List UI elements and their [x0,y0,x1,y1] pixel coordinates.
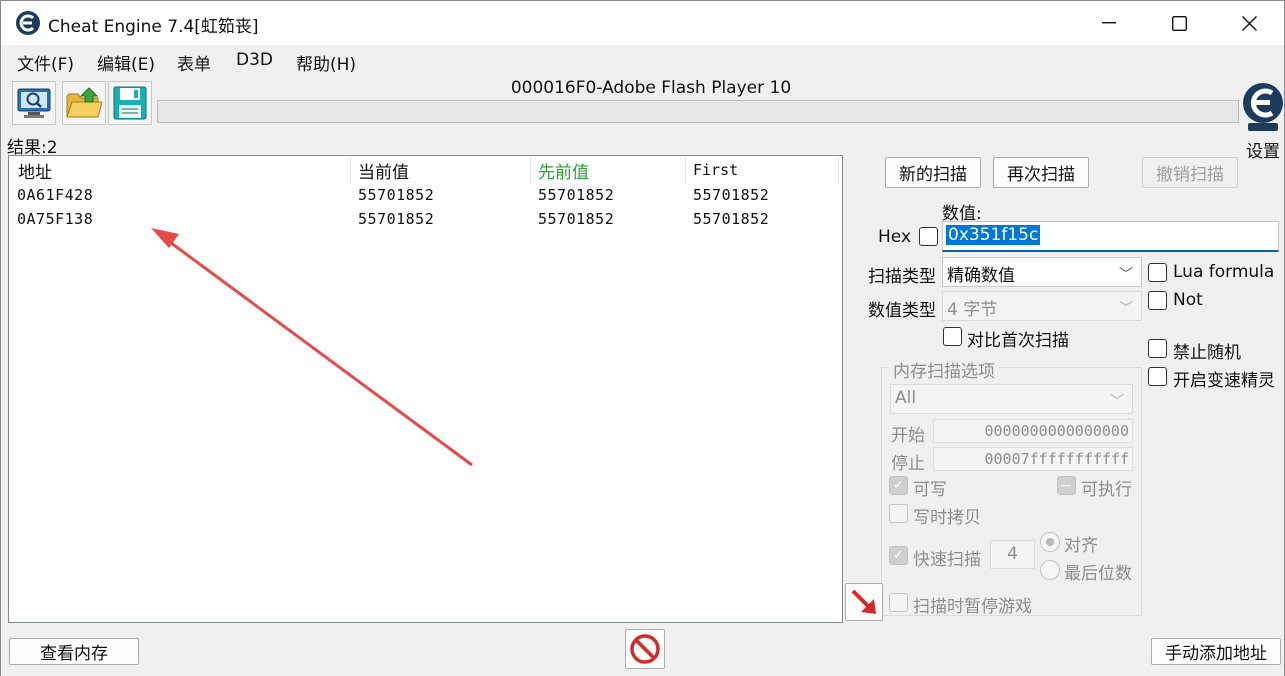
stop-address-field[interactable]: 00007fffffffffff [933,447,1133,471]
start-address-label: 开始 [891,426,925,446]
clear-list-button[interactable] [625,629,665,669]
checkmark-icon: ✓ [893,548,904,563]
no-entry-icon [630,634,660,664]
fast-scan-alignment-field[interactable]: 4 [990,540,1035,569]
value-type-select[interactable]: 4 字节 ﹀ [942,291,1142,321]
value-type-label: 数值类型 [868,301,936,321]
menu-table[interactable]: 表单 [177,50,211,75]
executable-label[interactable]: 可执行 [1081,475,1132,500]
window-title: Cheat Engine 7.4[虹筎丧] [48,17,259,37]
start-address-field[interactable]: 0000000000000000 [933,419,1133,443]
cheat-engine-logo-icon [15,10,41,41]
close-button[interactable] [1214,1,1284,45]
cheat-engine-settings-icon [1243,83,1283,131]
add-address-manually-button[interactable]: 手动添加地址 [1151,638,1281,665]
last-digits-label[interactable]: 最后位数 [1064,559,1132,584]
scan-type-value: 精确数值 [947,266,1015,286]
not-label[interactable]: Not [1173,290,1203,310]
speedhack-label[interactable]: 开启变速精灵 [1173,366,1275,391]
value-type-value: 4 字节 [947,300,998,320]
scan-type-label: 扫描类型 [868,267,936,287]
hex-label: Hex [878,227,912,247]
chevron-down-icon: ﹀ [1119,301,1133,317]
menu-edit[interactable]: 编辑(E) [97,50,155,75]
align-radio[interactable] [1040,532,1060,552]
align-label[interactable]: 对齐 [1064,531,1098,556]
executable-checkbox[interactable]: − [1057,476,1076,495]
view-memory-button[interactable]: 查看内存 [9,638,139,665]
writable-checkbox[interactable]: ✓ [889,476,908,495]
last-digits-radio[interactable] [1040,560,1060,580]
fast-scan-checkbox[interactable]: ✓ [889,546,908,565]
menu-d3d[interactable]: D3D [236,50,273,70]
copy-on-write-label[interactable]: 写时拷贝 [913,503,981,528]
minimize-icon [1102,22,1116,24]
pause-game-label[interactable]: 扫描时暂停游戏 [913,592,1032,617]
stop-address-label: 停止 [891,454,925,474]
disable-random-checkbox[interactable] [1148,339,1167,358]
scan-value-text: 0x351f15c [946,225,1041,245]
results-list[interactable]: 地址 当前值 先前值 First 0A61F428 55701852 55701… [8,155,843,623]
memory-scan-options-title: 内存扫描选项 [889,357,999,382]
pause-game-checkbox[interactable] [889,593,908,612]
disable-random-label[interactable]: 禁止随机 [1173,338,1241,363]
title-bar: Cheat Engine 7.4[虹筎丧] [1,1,1284,45]
not-checkbox[interactable] [1148,291,1167,310]
copy-on-write-checkbox[interactable] [889,504,908,523]
scan-type-select[interactable]: 精确数值 ﹀ [942,257,1142,287]
lua-formula-label[interactable]: Lua formula [1173,262,1274,282]
open-folder-icon [66,87,103,118]
close-icon [1241,15,1257,31]
chevron-down-icon: ﹀ [1119,267,1133,283]
hex-checkbox[interactable] [919,227,938,246]
save-table-button[interactable] [108,81,152,125]
compare-first-checkbox[interactable] [943,327,962,346]
checkmark-icon: ✓ [893,478,904,493]
maximize-icon [1171,15,1187,31]
status-bar [1,669,1284,676]
cheat-engine-window: Cheat Engine 7.4[虹筎丧] 文件(F) 编辑(E) 表单 D3D… [0,0,1285,676]
maximize-button[interactable] [1144,1,1214,45]
new-scan-button[interactable]: 新的扫描 [885,157,981,188]
fast-scan-label[interactable]: 快速扫描 [913,545,981,570]
select-process-button[interactable] [12,81,56,125]
save-disk-icon [113,86,147,120]
indeterminate-icon: − [1060,477,1073,494]
memory-region-select[interactable]: All ﹀ [890,384,1133,414]
settings-button[interactable] [1242,79,1285,135]
monitor-search-icon [17,88,51,118]
memory-region-value: All [895,388,917,408]
menu-help[interactable]: 帮助(H) [296,50,356,75]
menu-bar: 文件(F) 编辑(E) 表单 D3D 帮助(H) [1,45,1284,75]
settings-label[interactable]: 设置 [1246,137,1280,162]
writable-label[interactable]: 可写 [913,475,947,500]
add-to-address-list-button[interactable] [845,583,883,621]
compare-first-label[interactable]: 对比首次扫描 [967,326,1069,351]
process-title: 000016F0-Adobe Flash Player 10 [510,78,792,98]
speedhack-checkbox[interactable] [1148,367,1167,386]
minimize-button[interactable] [1074,1,1144,45]
menu-file[interactable]: 文件(F) [17,50,74,75]
open-table-button[interactable] [62,81,106,125]
scan-value-input[interactable]: 0x351f15c [942,221,1279,252]
undo-scan-button[interactable]: 撤销扫描 [1142,157,1238,188]
lua-formula-checkbox[interactable] [1148,263,1167,282]
scan-progress-bar [157,100,1239,123]
next-scan-button[interactable]: 再次扫描 [993,157,1089,188]
red-arrow-icon [851,589,876,614]
chevron-down-icon: ﹀ [1110,394,1124,410]
annotation-arrow-icon [151,228,473,467]
